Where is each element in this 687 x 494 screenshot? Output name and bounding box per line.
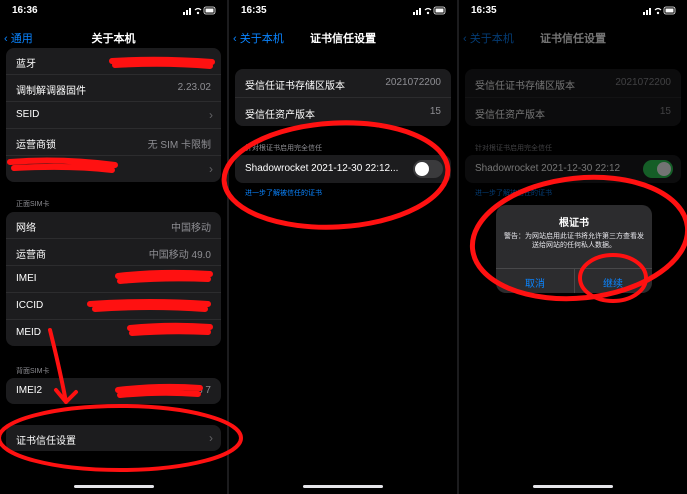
list-item: 受信任资产版本 15 [465, 97, 681, 126]
status-time: 16:36 [12, 5, 38, 16]
row-label: 受信任资产版本 [475, 110, 545, 121]
section-header: 针对根证书启用完全信任 [475, 145, 552, 152]
row-value: 2021072200 [385, 77, 441, 88]
row-value: 2021072200 [615, 77, 671, 88]
version-list: 受信任证书存储区版本 2021072200 受信任资产版本 15 [235, 69, 451, 126]
list-item: MEID [6, 319, 221, 346]
row-label: 证书信任设置 [16, 436, 76, 447]
status-time: 16:35 [471, 5, 497, 16]
learn-more-link[interactable]: 进一步了解被信任的证书 [245, 188, 322, 198]
list-item: 受信任资产版本 15 [235, 97, 451, 126]
about-list-top: 蓝牙 调制解调器固件 2.23.02 SEID › 运营商锁 无 SIM 卡限制 › [6, 48, 221, 182]
list-item: 证书信任设置 › [6, 425, 221, 451]
toggle-knob [415, 162, 429, 176]
row-label: 蓝牙 [16, 59, 36, 70]
root-cert-alert: 根证书 警告：为网站启用此证书将允许第三方查看发送给网站的任何私人数据。 取消 … [496, 205, 652, 293]
nav-bar: ‹ 关于本机 证书信任设置 [229, 26, 457, 48]
list-item: 受信任证书存储区版本 2021072200 [235, 69, 451, 97]
row-label: IMEI2 [16, 385, 43, 396]
signal-wifi-battery-icon [183, 6, 217, 18]
row-label: 运营商 [16, 250, 46, 261]
alert-title: 根证书 [559, 218, 589, 229]
row-value: 中国移动 [171, 223, 211, 234]
row-label: ICCID [16, 300, 44, 311]
list-item: 运营商 中国移动 49.0 [6, 238, 221, 265]
row-value: 15 [429, 106, 441, 117]
signal-wifi-battery-icon [643, 6, 677, 18]
secondary-sim-list: IMEI2 3 7 [6, 378, 221, 404]
cert-name: Shadowrocket 2021-12-30 22:12 [475, 163, 621, 174]
redacted-row[interactable]: › [6, 155, 221, 182]
row-label: IMEI [16, 273, 37, 284]
primary-sim-list: 网络 中国移动 运营商 中国移动 49.0 IMEI ICCID 8 MEID [6, 212, 221, 346]
chevron-right-icon: › [209, 431, 213, 445]
section-header: 正面SIM卡 [16, 201, 50, 208]
toggle-knob [657, 162, 671, 176]
version-list: 受信任证书存储区版本 2021072200 受信任资产版本 15 [465, 69, 681, 126]
row-value: 无 SIM 卡限制 [147, 140, 211, 151]
screenshot-collage: 16:36 ‹ 通用 关于本机 蓝牙 调制解调器固件 2.23.02 SEID › … [0, 0, 687, 494]
status-time: 16:35 [241, 5, 267, 16]
row-label: 调制解调器固件 [16, 86, 86, 97]
row-label: SEID [16, 109, 40, 120]
row-label: 受信任证书存储区版本 [245, 81, 345, 92]
row-value: 15 [659, 106, 671, 117]
nav-bar: ‹ 通用 关于本机 [0, 26, 227, 48]
row-label: 网络 [16, 223, 36, 234]
cert-row: Shadowrocket 2021-12-30 22:12 [465, 155, 681, 183]
home-indicator [303, 485, 383, 488]
list-item: IMEI [6, 265, 221, 292]
page-title: 证书信任设置 [310, 33, 376, 45]
status-bar: 16:36 [0, 0, 227, 22]
row-label: 受信任资产版本 [245, 110, 315, 121]
cert-trust-screen: 16:35 ‹ 关于本机 证书信任设置 受信任证书存储区版本 2021072200… [229, 0, 457, 494]
page-title: 证书信任设置 [540, 33, 606, 45]
row-label: 受信任证书存储区版本 [475, 81, 575, 92]
cert-list: Shadowrocket 2021-12-30 22:12 [465, 155, 681, 183]
list-item: 受信任证书存储区版本 2021072200 [465, 69, 681, 97]
about-screen: 16:36 ‹ 通用 关于本机 蓝牙 调制解调器固件 2.23.02 SEID › … [0, 0, 227, 494]
status-bar: 16:35 [229, 0, 457, 22]
nav-bar: ‹ 关于本机 证书信任设置 [459, 26, 687, 48]
section-header: 针对根证书启用完全信任 [245, 145, 322, 152]
seid-row[interactable]: SEID › [6, 101, 221, 128]
row-value: 2.23.02 [177, 82, 211, 93]
alert-buttons: 取消 继续 [496, 268, 652, 293]
full-trust-toggle[interactable] [413, 160, 443, 178]
list-item: ICCID 8 [6, 292, 221, 319]
chevron-right-icon: › [209, 162, 213, 176]
home-indicator [73, 485, 154, 488]
cancel-button[interactable]: 取消 [496, 275, 574, 290]
cert-trust-settings-row[interactable]: 证书信任设置 › [6, 425, 221, 451]
full-trust-toggle[interactable] [643, 160, 673, 178]
cert-row: Shadowrocket 2021-12-30 22:12... [235, 155, 451, 183]
list-item: 蓝牙 [6, 48, 221, 74]
row-label: 运营商锁 [16, 140, 56, 151]
row-value: 3 7 [197, 385, 211, 396]
alert-message: 警告：为网站启用此证书将允许第三方查看发送给网站的任何私人数据。 [504, 233, 644, 249]
cert-name: Shadowrocket 2021-12-30 22:12... [245, 163, 399, 174]
status-bar: 16:35 [459, 0, 687, 22]
row-value: 8 [92, 300, 98, 311]
signal-wifi-battery-icon [413, 6, 447, 18]
cert-trust-alert-screen: 16:35 ‹ 关于本机 证书信任设置 受信任证书存储区版本 2021072200… [459, 0, 687, 494]
home-indicator [533, 485, 613, 488]
chevron-right-icon: › [209, 108, 213, 122]
page-title: 关于本机 [91, 33, 136, 45]
section-header: 背面SIM卡 [16, 368, 50, 375]
list-item: 网络 中国移动 [6, 212, 221, 238]
row-label: MEID [16, 327, 41, 338]
cert-list: Shadowrocket 2021-12-30 22:12... [235, 155, 451, 183]
continue-button[interactable]: 继续 [574, 275, 652, 290]
row-value: 中国移动 49.0 [148, 250, 211, 261]
list-item: 调制解调器固件 2.23.02 [6, 74, 221, 101]
list-item: 运营商锁 无 SIM 卡限制 [6, 128, 221, 155]
learn-more-link[interactable]: 进一步了解被信任的证书 [475, 188, 552, 198]
list-item: IMEI2 3 7 [6, 378, 221, 404]
